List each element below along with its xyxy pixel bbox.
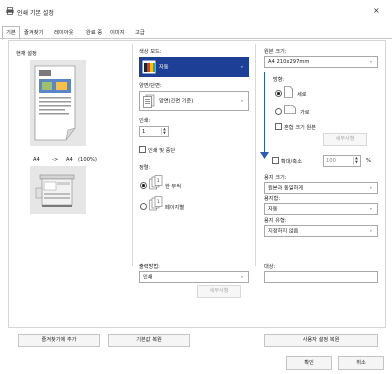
orientation-landscape-label: 가로 [300,110,310,116]
document-preview-icon [34,65,76,141]
paper-size-value: 원본과 동일하게 [268,185,304,192]
chevron-down-icon: ⌄ [368,184,373,191]
sort-label: 정렬: [139,165,151,171]
chevron-down-icon: ⌄ [239,273,244,280]
zoom-stepper[interactable]: 100 ▲ ▼ [323,155,361,167]
flow-arrow-line [264,72,265,154]
mixed-size-label: 혼합 크기 원본 [284,125,316,131]
arrow-down-icon [260,152,269,159]
mixed-size-detail-button[interactable]: 세부사항 [323,133,367,146]
target-input[interactable] [264,271,378,283]
window-title: 인쇄 기본 설정 [17,10,54,17]
zoom-value: 100 [326,158,336,164]
printer-preview [30,166,86,214]
original-size-value: A4 210x297mm [268,59,310,65]
collate-icon: 1 [149,175,163,190]
title-bar: 인쇄 기본 설정 × [0,0,392,22]
printer-machine-icon [35,174,75,207]
original-size-label: 원본 크기: [264,49,287,55]
page-sort-icon: 1 [149,196,163,211]
sort-page-label: 페이지별 [165,205,185,211]
tab-divider [0,38,392,39]
tray-select[interactable]: 자동 ⌄ [264,203,378,215]
add-to-favorites-button[interactable]: 즐겨찾기에 추가 [18,334,100,347]
output-method-detail-button[interactable]: 세부사항 [197,285,241,298]
conversion-arrow: -> [52,157,59,163]
color-mode-icon [142,60,156,74]
zoom-checkbox[interactable] [272,157,279,164]
landscape-icon [284,105,296,114]
copies-stepper[interactable]: 1 ▲ ▼ [139,126,169,137]
chevron-down-icon: ⌄ [239,97,244,104]
paper-type-select[interactable]: 지정하지 않음 ⌄ [264,225,378,237]
output-method-value: 인쇄 [143,274,153,281]
original-size-select[interactable]: A4 210x297mm ⌄ [264,56,378,68]
preview-zoom: (100%) [78,157,97,163]
orientation-portrait-label: 세로 [297,92,307,98]
color-mode-select[interactable]: 자동 ⌄ [139,57,249,77]
output-method-label: 출력방법: [139,264,160,270]
zoom-label: 확대/축소 [281,159,302,165]
restore-user-settings-button[interactable]: 사용자 설정 복원 [264,334,378,347]
duplex-value: 양면(긴면 기준) [159,98,194,105]
sort-collate-label: 한 부씩 [165,184,181,190]
source-paper-size: A4 [33,157,40,163]
output-method-select[interactable]: 인쇄 ⌄ [139,271,249,283]
chevron-down-icon: ⌄ [368,58,373,65]
paper-type-label: 용지 유형: [264,218,287,224]
sort-page-radio[interactable] [140,203,147,210]
print-preferences-dialog: 인쇄 기본 설정 × 기본 즐겨찾기 레이아웃 완료 중 이미지 고급 현재 설… [0,0,392,374]
target-paper-size: A4 [66,157,73,163]
left-column-divider [132,44,133,266]
portrait-icon [284,86,293,98]
close-icon[interactable]: × [373,6,380,15]
duplex-select[interactable]: 양면(긴면 기준) ⌄ [139,91,249,111]
stepper-arrows-icon[interactable]: ▲ ▼ [161,127,167,135]
stepper-arrows-icon[interactable]: ▲ ▼ [353,156,359,165]
chevron-down-icon: ⌄ [368,205,373,212]
duplex-label: 양면/단면: [139,83,162,89]
chevron-down-icon: ⌄ [368,227,373,234]
tray-label: 용지함: [264,196,281,202]
right-column-divider [255,44,256,266]
printer-icon [6,7,14,15]
ok-button[interactable]: 확인 [286,356,332,370]
chevron-down-icon: ⌄ [239,63,244,70]
paper-size-label: 용지 크기: [264,175,287,181]
tray-value: 자동 [268,206,278,213]
sort-collate-radio[interactable] [140,182,147,189]
current-settings-heading: 현재 설정 [16,51,37,57]
paper-type-value: 지정하지 않음 [268,228,299,235]
target-label: 대상: [264,264,276,270]
page-preview [30,60,86,146]
zoom-unit: % [366,158,371,164]
copies-value: 1 [142,128,146,135]
copies-label: 인쇄: [139,118,151,124]
orientation-landscape-radio[interactable] [275,108,282,115]
duplex-icon [143,94,155,108]
cancel-button[interactable]: 취소 [338,356,384,370]
orientation-label: 방향: [273,77,285,83]
orientation-portrait-radio[interactable] [275,90,282,97]
pause-label: 인쇄 및 중단 [148,148,176,154]
mixed-size-checkbox[interactable] [275,123,282,130]
restore-default-button[interactable]: 기본값 복원 [108,334,190,347]
pause-checkbox[interactable] [139,146,146,153]
color-mode-value: 자동 [159,64,169,71]
paper-size-select[interactable]: 원본과 동일하게 ⌄ [264,182,378,194]
color-mode-label: 색상 모드: [139,49,162,55]
